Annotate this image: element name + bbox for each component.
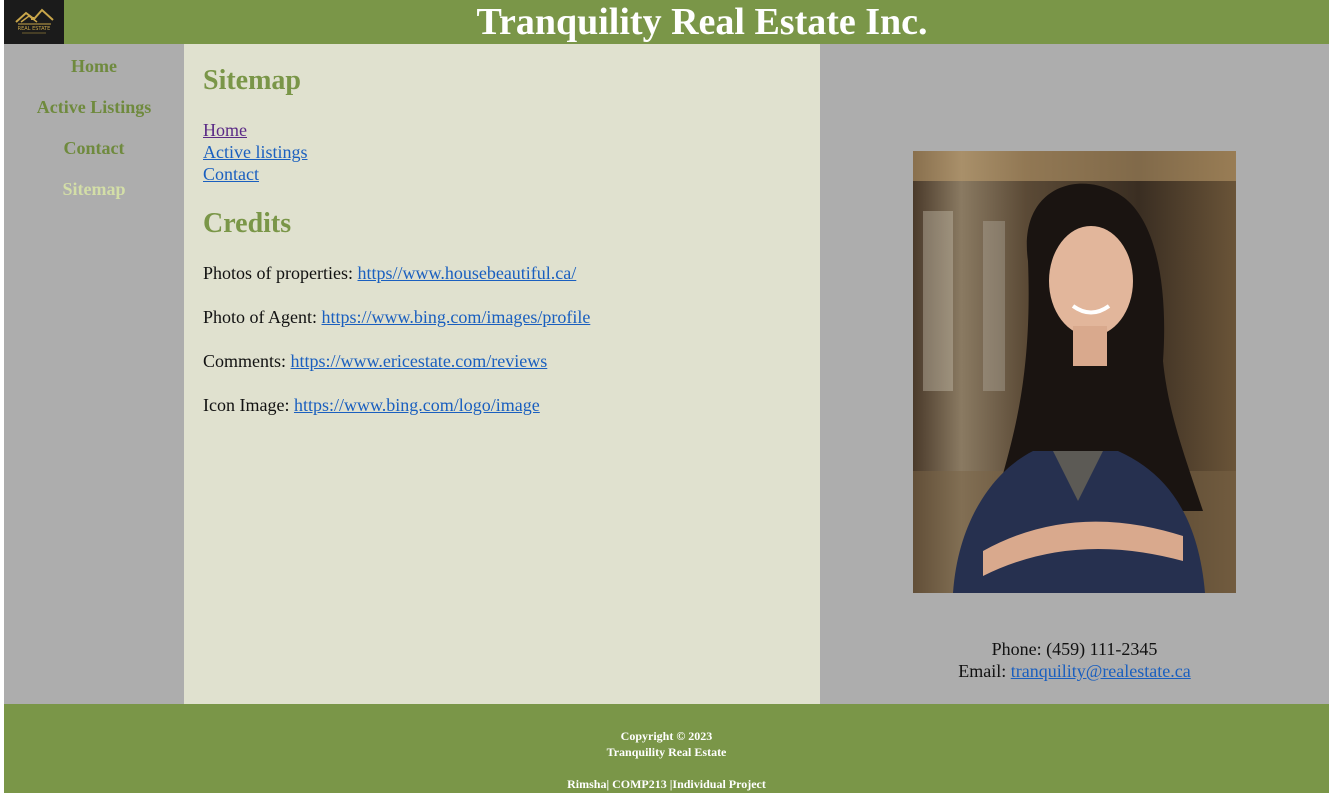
sitemap-links: Home Active listings Contact <box>203 119 308 185</box>
sitemap-link-active-listings[interactable]: Active listings <box>203 141 308 163</box>
credit-link-agent-photo[interactable]: https://www.bing.com/images/profile <box>322 307 591 327</box>
main-content: Sitemap Home Active listings Contact Cre… <box>184 44 820 704</box>
phone-label: Phone: <box>991 639 1042 659</box>
footer-copyright: Copyright © 2023 <box>620 729 713 743</box>
sitemap-heading: Sitemap <box>203 65 301 96</box>
sitemap-link-home[interactable]: Home <box>203 119 308 141</box>
site-footer: Copyright © 2023 Tranquility Real Estate… <box>4 704 1329 793</box>
credit-label: Comments: <box>203 351 287 371</box>
sidebar-nav: Home Active Listings Contact Sitemap <box>4 44 184 704</box>
footer-project: Rimsha| COMP213 |Individual Project <box>567 777 766 791</box>
nav-item-active-listings[interactable]: Active Listings <box>4 87 184 128</box>
page: REAL ESTATE Tranquility Real Estate Inc.… <box>4 0 1329 793</box>
credit-item: Photos of properties: https//www.housebe… <box>203 262 576 284</box>
nav-item-sitemap[interactable]: Sitemap <box>4 169 184 210</box>
sitemap-link-contact[interactable]: Contact <box>203 163 308 185</box>
credit-label: Photos of properties: <box>203 263 353 283</box>
credit-item: Photo of Agent: https://www.bing.com/ima… <box>203 306 590 328</box>
credit-link-icon-image[interactable]: https://www.bing.com/logo/image <box>294 395 540 415</box>
nav-item-contact[interactable]: Contact <box>4 128 184 169</box>
agent-panel: Phone: (459) 111-2345 Email: tranquility… <box>820 44 1329 704</box>
credits-heading: Credits <box>203 208 292 239</box>
footer-company: Tranquility Real Estate <box>606 745 727 759</box>
credit-link-properties[interactable]: https//www.housebeautiful.ca/ <box>358 263 577 283</box>
phone-number: (459) 111-2345 <box>1046 639 1158 659</box>
nav-item-home[interactable]: Home <box>4 46 184 87</box>
email-label: Email: <box>958 661 1007 681</box>
site-title: Tranquility Real Estate Inc. <box>476 1 928 43</box>
agent-contact: Phone: (459) 111-2345 Email: tranquility… <box>820 638 1329 682</box>
credit-item: Comments: https://www.ericestate.com/rev… <box>203 350 547 372</box>
email-link[interactable]: tranquility@realestate.ca <box>1011 661 1191 681</box>
credit-link-comments[interactable]: https://www.ericestate.com/reviews <box>291 351 548 371</box>
credit-label: Icon Image: <box>203 395 290 415</box>
site-header: REAL ESTATE Tranquility Real Estate Inc. <box>4 0 1329 44</box>
agent-portrait-image <box>913 151 1236 593</box>
credit-item: Icon Image: https://www.bing.com/logo/im… <box>203 394 540 416</box>
agent-photo <box>913 151 1236 593</box>
credit-label: Photo of Agent: <box>203 307 318 327</box>
